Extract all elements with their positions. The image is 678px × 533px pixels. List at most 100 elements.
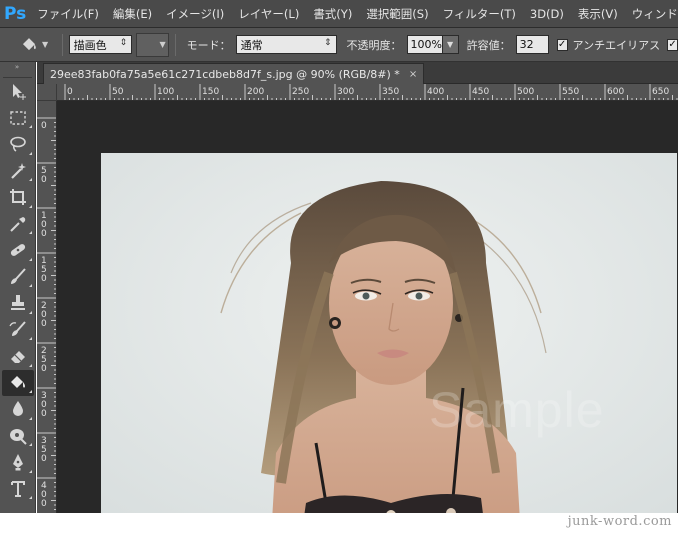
ruler-label: 0	[41, 409, 47, 419]
close-icon[interactable]: ×	[409, 69, 417, 80]
tool-group-indicator	[29, 125, 32, 128]
tool-group-indicator	[29, 257, 32, 261]
blur-tool[interactable]	[2, 396, 34, 423]
ruler-label: 0	[41, 454, 47, 464]
document-area: 29ee83fab0fa75a5e61c271cdbeb8d7f_s.jpg @…	[37, 62, 678, 513]
ruler-label: 550	[562, 87, 579, 97]
menu-3d[interactable]: 3D(D)	[523, 3, 571, 25]
document-image[interactable]: Sample	[101, 153, 677, 513]
credit-strip: junk-word.com	[0, 513, 678, 533]
menu-type[interactable]: 書式(Y)	[306, 3, 359, 25]
ruler-origin[interactable]	[37, 84, 57, 101]
mode-label: モード：	[186, 38, 231, 52]
dropdown-arrow-icon: ⇕	[323, 38, 332, 48]
brush-icon	[11, 268, 26, 284]
tool-group-indicator	[29, 363, 32, 367]
eraser-tool[interactable]	[2, 343, 34, 370]
eraser-icon	[11, 351, 25, 364]
mode-dropdown[interactable]: 通常 ⇕	[235, 35, 337, 54]
menu-edit[interactable]: 編集(E)	[106, 3, 159, 25]
crop-tool[interactable]	[2, 184, 34, 211]
ruler-label: 0	[41, 364, 47, 374]
rectangular-marquee-icon	[10, 111, 26, 125]
ruler-label: 250	[292, 87, 309, 97]
menu-view[interactable]: 表示(V)	[571, 3, 625, 25]
water-drop-icon	[13, 401, 23, 417]
menu-window[interactable]: ウィンドウ(W)	[625, 3, 678, 25]
ruler-label: 0	[41, 499, 47, 509]
move-tool[interactable]	[2, 78, 34, 105]
vertical-ruler[interactable]: 050100150200250300350400	[37, 101, 57, 513]
tool-preset-picker[interactable]: ▼	[20, 36, 56, 54]
healing-brush-tool[interactable]	[2, 237, 34, 264]
credit-text: junk-word.com	[567, 514, 672, 529]
options-separator	[174, 33, 176, 56]
tool-group-indicator	[29, 469, 32, 473]
ruler-label: 500	[517, 87, 534, 97]
pen-icon	[13, 454, 23, 471]
menu-select[interactable]: 選択範囲(S)	[359, 3, 435, 25]
tool-group-indicator	[29, 416, 32, 420]
options-separator	[61, 33, 63, 56]
menu-bar: Ps ファイル(F) 編集(E) イメージ(I) レイヤー(L) 書式(Y) 選…	[0, 0, 678, 28]
canvas-workspace[interactable]: Sample	[58, 102, 678, 513]
dodge-icon	[10, 428, 27, 445]
stamp-icon	[11, 295, 25, 311]
type-tool[interactable]	[2, 476, 34, 503]
contiguous-checkbox[interactable]: ✓	[667, 38, 678, 51]
magic-wand-icon	[11, 162, 26, 179]
history-brush-tool[interactable]	[2, 317, 34, 344]
ruler-label: 0	[41, 229, 47, 239]
paint-bucket-icon	[11, 375, 25, 388]
clone-stamp-tool[interactable]	[2, 290, 34, 317]
menu-filter[interactable]: フィルター(T)	[436, 3, 523, 25]
eyedropper-tool[interactable]	[2, 211, 34, 238]
horizontal-ruler[interactable]: 0 50 100 150 200 250 300 350 400 450 500 550 600 650	[57, 84, 678, 101]
ruler-label: 100	[157, 87, 174, 97]
tolerance-label: 許容値：	[466, 38, 511, 52]
move-icon	[13, 84, 26, 101]
tolerance-input[interactable]: 32	[515, 35, 549, 54]
bandage-icon	[10, 244, 26, 257]
menu-image[interactable]: イメージ(I)	[159, 3, 231, 25]
tool-group-indicator	[29, 231, 32, 234]
document-tab-title: 29ee83fab0fa75a5e61c271cdbeb8d7f_s.jpg @…	[50, 67, 400, 81]
lasso-tool[interactable]	[2, 131, 34, 158]
menu-file[interactable]: ファイル(F)	[30, 3, 106, 25]
chevron-down-icon: ▼	[159, 40, 166, 49]
tool-group-indicator	[29, 204, 32, 208]
fill-source-dropdown[interactable]: 描画色 ⇕	[68, 35, 133, 54]
document-tab[interactable]: 29ee83fab0fa75a5e61c271cdbeb8d7f_s.jpg @…	[43, 63, 425, 84]
dodge-tool[interactable]	[2, 423, 34, 450]
ruler-label: 300	[337, 87, 354, 97]
marquee-tool[interactable]	[2, 105, 34, 132]
tool-group-indicator	[29, 178, 32, 181]
ruler-label: 150	[202, 87, 219, 97]
chevron-down-icon: ▼	[42, 40, 49, 49]
ruler-label: 50	[112, 87, 124, 97]
tool-group-indicator	[29, 284, 32, 287]
opacity-input[interactable]: 100%	[406, 35, 443, 54]
tools-panel: »	[0, 62, 36, 513]
opacity-slider-button[interactable]: ▼	[442, 35, 459, 54]
ruler-label: 0	[41, 121, 47, 131]
paint-bucket-tool[interactable]	[2, 369, 34, 396]
menu-layer[interactable]: レイヤー(L)	[231, 3, 306, 25]
crop-icon	[10, 189, 26, 206]
brush-tool[interactable]	[2, 264, 34, 291]
fill-source-value: 描画色	[73, 38, 107, 52]
ruler-label: 450	[472, 87, 489, 97]
tool-group-indicator	[29, 337, 32, 340]
magic-wand-tool[interactable]	[2, 158, 34, 185]
tool-group-indicator	[29, 310, 32, 314]
pattern-picker[interactable]: ▼	[136, 32, 169, 57]
ruler-label: 0	[41, 175, 47, 185]
toolbar-collapse-grip[interactable]: »	[0, 62, 35, 72]
mode-value: 通常	[240, 38, 263, 52]
photoshop-logo: Ps	[4, 3, 27, 24]
tool-group-indicator	[29, 390, 32, 393]
antialias-checkbox[interactable]: ✓	[556, 38, 568, 51]
antialias-label: アンチエイリアス	[572, 38, 661, 52]
pen-tool[interactable]	[2, 449, 34, 476]
ruler-label: 0	[41, 274, 47, 284]
